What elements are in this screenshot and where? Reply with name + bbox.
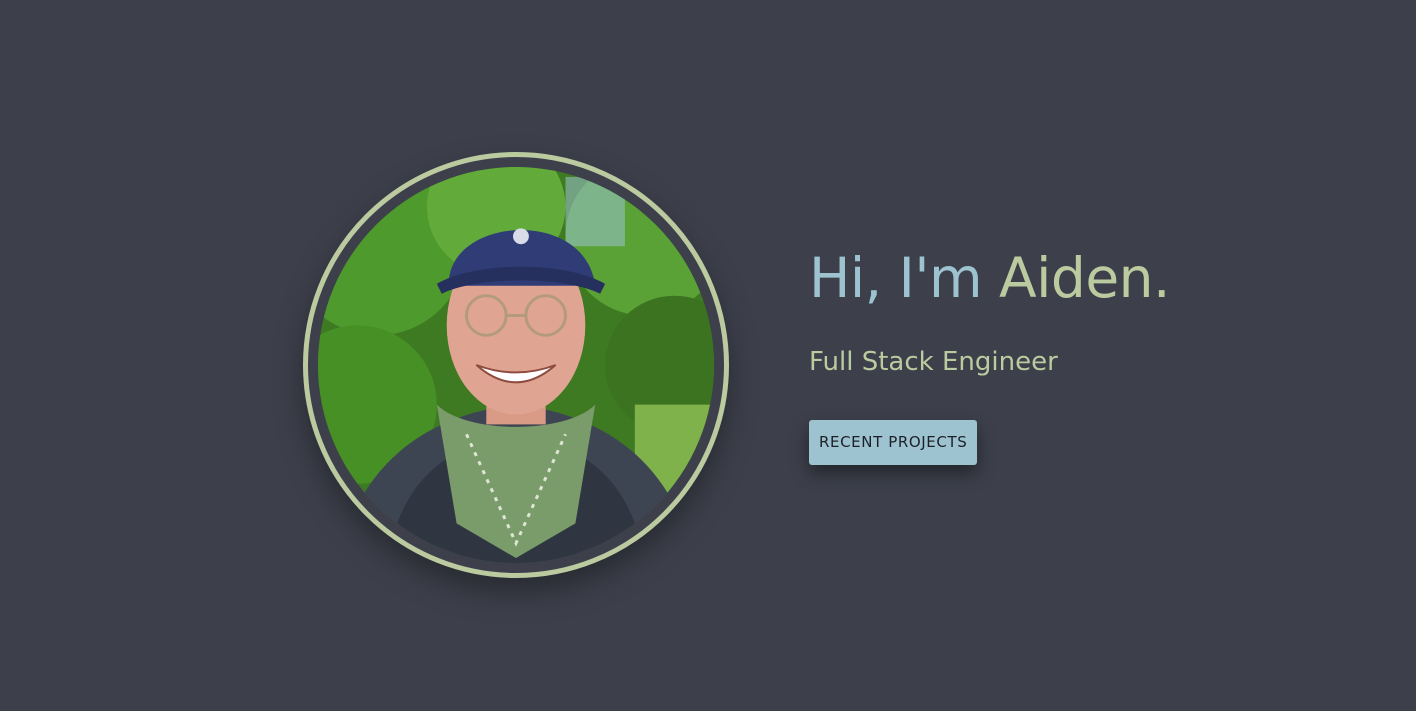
profile-photo bbox=[318, 167, 714, 563]
hero-section: Hi, I'm Aiden. Full Stack Engineer RECEN… bbox=[0, 0, 1416, 711]
intro-block: Hi, I'm Aiden. Full Stack Engineer RECEN… bbox=[809, 238, 1329, 465]
profile-photo-frame bbox=[303, 152, 729, 578]
greeting-name: Aiden. bbox=[999, 246, 1171, 310]
job-title: Full Stack Engineer bbox=[809, 347, 1058, 377]
greeting-heading: Hi, I'm Aiden. bbox=[809, 238, 1329, 318]
greeting-hi: Hi, I'm bbox=[809, 246, 1000, 310]
recent-projects-button[interactable]: RECENT PROJECTS bbox=[809, 420, 978, 465]
